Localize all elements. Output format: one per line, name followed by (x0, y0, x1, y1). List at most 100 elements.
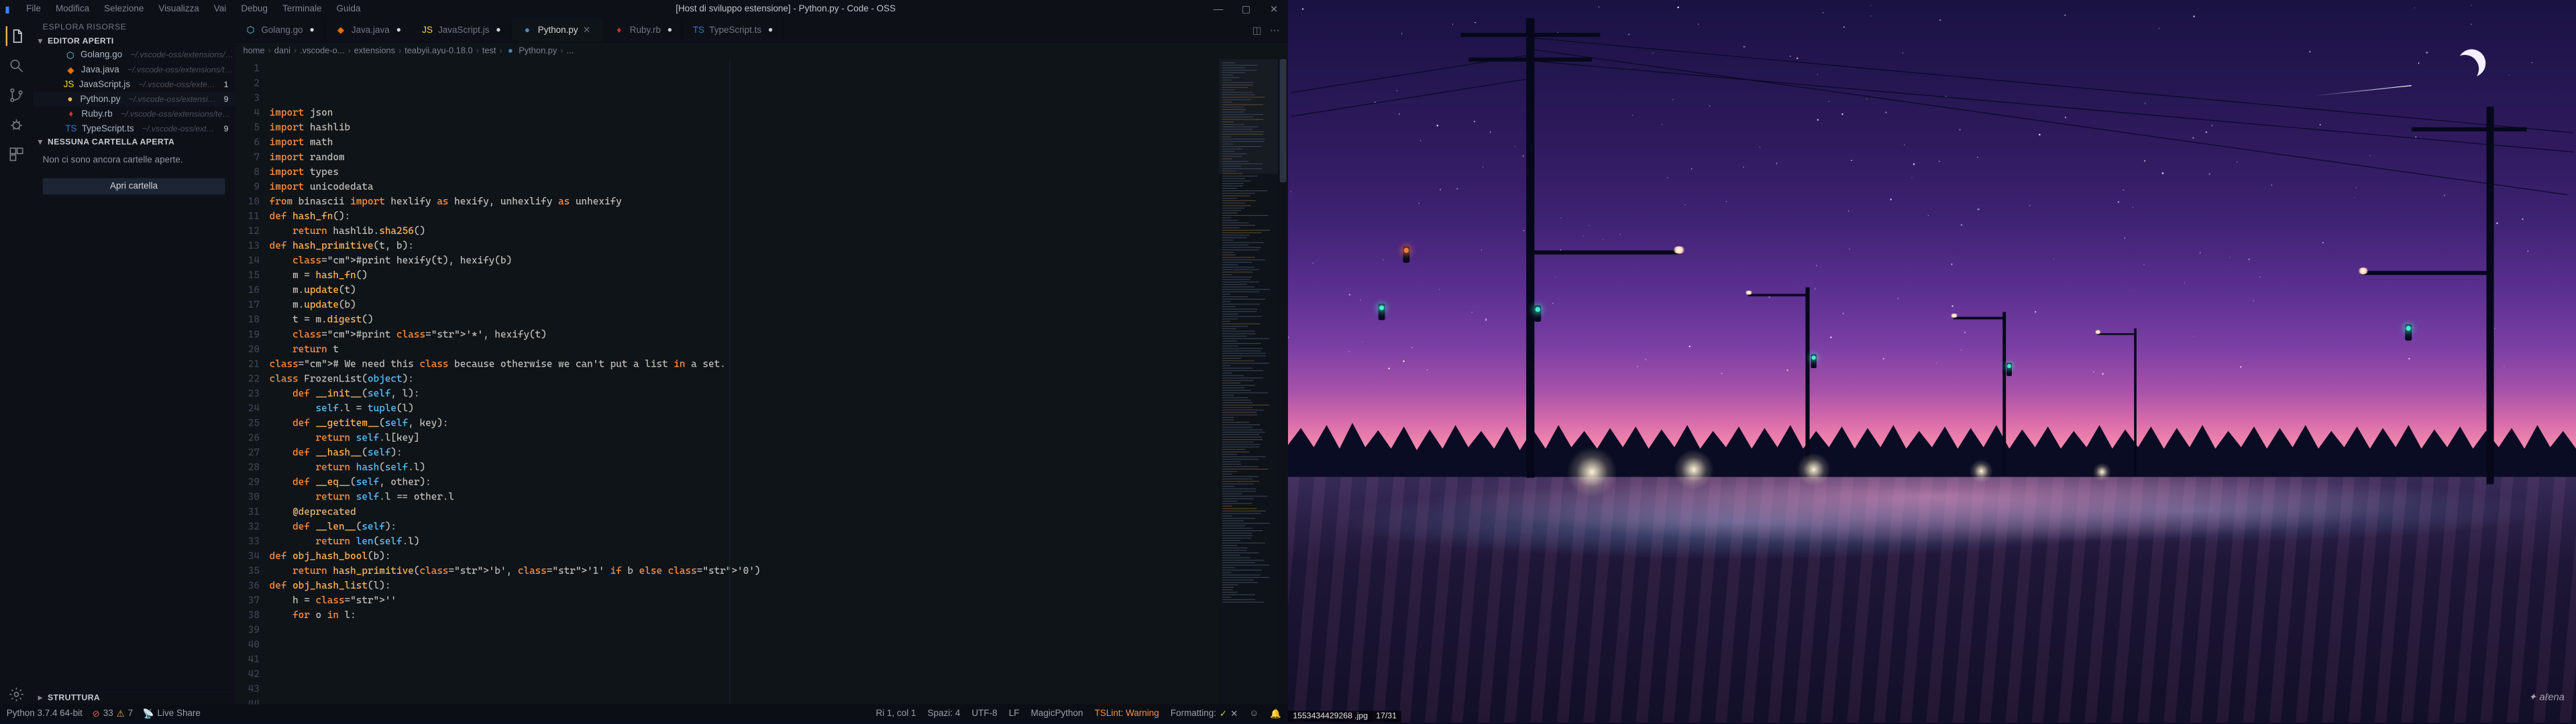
close-button[interactable]: ✕ (1260, 3, 1288, 15)
breadcrumb-segment[interactable]: test (482, 46, 496, 56)
bug-icon (8, 117, 24, 133)
activity-settings[interactable] (7, 684, 26, 704)
extensions-icon (8, 146, 24, 162)
no-folder-message: Non ci sono ancora cartelle aperte. (33, 149, 235, 174)
tab-typescript-ts[interactable]: TSTypeScript.ts● (683, 18, 784, 42)
minimap[interactable] (1219, 59, 1278, 704)
modified-dot-icon: ● (766, 25, 773, 34)
split-editor-icon[interactable]: ◫ (1252, 24, 1262, 36)
branch-icon (8, 87, 24, 103)
titlebar: ▮ FileModificaSelezioneVisualizzaVaiDebu… (0, 0, 1288, 18)
menu-modifica[interactable]: Modifica (49, 3, 96, 16)
activity-scm[interactable] (7, 85, 26, 105)
problems-badge: 1 (224, 80, 229, 88)
breadcrumb-segment[interactable]: Python.py (519, 46, 557, 56)
line-number-gutter: 1234567891011121314151617181920212223242… (235, 59, 269, 704)
scrollbar-thumb[interactable] (1280, 59, 1287, 182)
tab-java-java[interactable]: ◆Java.java● (325, 18, 412, 42)
file-path: ~/.vscode-oss/extensions/teab... (121, 109, 235, 118)
status-tslint[interactable]: TSLint: Warning (1095, 709, 1159, 719)
status-indent[interactable]: Spazi: 4 (928, 709, 961, 719)
activity-explorer[interactable] (6, 26, 25, 46)
tab-javascript-js[interactable]: JSJavaScript.js● (412, 18, 512, 42)
menu-debug[interactable]: Debug (235, 3, 274, 16)
open-editor-row[interactable]: ✕●Python.py~/.vscode-oss/extensions...9 (33, 92, 235, 107)
app-icon: ▮ (0, 4, 15, 15)
status-encoding[interactable]: UTF-8 (971, 709, 997, 719)
menu-vai[interactable]: Vai (207, 3, 233, 16)
tab-label: Python.py (538, 25, 578, 35)
status-python[interactable]: Python 3.7.4 64-bit (7, 709, 83, 719)
file-icon: ● (65, 95, 76, 105)
activity-search[interactable] (7, 56, 26, 75)
error-icon: ⊘ (93, 708, 100, 719)
tab-golang-go[interactable]: ⬡Golang.go● (235, 18, 325, 42)
gear-icon (8, 686, 24, 703)
chevron-down-icon: ▾ (36, 138, 44, 147)
maximize-button[interactable]: ▢ (1232, 3, 1260, 15)
breadcrumb-segment[interactable]: dani (274, 46, 290, 56)
breadcrumb-segment[interactable]: teabyii.ayu-0.18.0 (405, 46, 472, 56)
file-icon: ● (506, 46, 516, 56)
open-folder-button[interactable]: Apri cartella (43, 178, 225, 194)
modified-dot-icon: ● (494, 25, 501, 34)
wallpaper-caption-bar: 1553434429268 .jpg 17/31 (1288, 711, 1401, 722)
menu-file[interactable]: File (19, 3, 47, 16)
modified-dot-icon: ● (394, 25, 401, 34)
open-editors-header[interactable]: ▾ EDITOR APERTI (33, 36, 235, 48)
breadcrumb-segment[interactable]: extensions (354, 46, 395, 56)
tab-label: Golang.go (261, 25, 303, 35)
file-icon: ⬡ (65, 50, 76, 60)
status-liveshare[interactable]: 📡Live Share (143, 708, 201, 719)
status-cursor[interactable]: Ri 1, col 1 (876, 709, 916, 719)
menu-terminale[interactable]: Terminale (276, 3, 328, 16)
menu-selezione[interactable]: Selezione (97, 3, 150, 16)
open-editor-row[interactable]: ✕TSTypeScript.ts~/.vscode-oss/exten...9 (33, 121, 235, 136)
tab-ruby-rb[interactable]: ♦Ruby.rb● (604, 18, 683, 42)
outline-header[interactable]: ▸ STRUTTURA (33, 691, 235, 705)
breadcrumb-segment[interactable]: home (243, 46, 264, 56)
window-controls: — ▢ ✕ (1204, 3, 1288, 15)
activity-debug[interactable] (7, 115, 26, 134)
vscode-window: ▮ FileModificaSelezioneVisualizzaVaiDebu… (0, 0, 1288, 723)
minimize-button[interactable]: — (1204, 3, 1232, 15)
editor-ruler (729, 59, 730, 704)
more-actions-icon[interactable]: ⋯ (1270, 24, 1280, 36)
file-icon: JS (422, 25, 433, 35)
file-path: ~/.vscode-oss/extensions/tea... (127, 65, 235, 74)
menu-guida[interactable]: Guida (330, 3, 368, 16)
open-editor-row[interactable]: ✕JSJavaScript.js~/.vscode-oss/extensions… (33, 77, 235, 92)
desktop-wallpaper: ✦ aℓena 1553434429268 .jpg 17/31 (1288, 0, 2576, 723)
menu-bar: FileModificaSelezioneVisualizzaVaiDebugT… (15, 3, 367, 16)
activity-extensions[interactable] (7, 145, 26, 164)
chevron-down-icon: ▾ (36, 37, 44, 46)
problems-badge: 9 (224, 95, 229, 103)
status-bell[interactable]: 🔔 (1270, 708, 1281, 719)
code-content[interactable]: import jsonimport hashlibimport mathimpo… (270, 59, 1220, 704)
close-icon[interactable]: ✕ (583, 25, 593, 36)
tab-label: Ruby.rb (630, 25, 661, 35)
status-formatting[interactable]: Formatting: ✓ ✕ (1171, 708, 1238, 719)
outline-label: STRUTTURA (48, 694, 100, 703)
status-problems[interactable]: ⊘33 ⚠7 (93, 708, 133, 719)
status-feedback[interactable]: ☺ (1250, 709, 1259, 719)
open-editor-row[interactable]: ✕♦Ruby.rb~/.vscode-oss/extensions/teab..… (33, 107, 235, 121)
wallpaper-index: 17/31 (1376, 711, 1397, 722)
breadcrumb-segment[interactable]: .vscode-o... (300, 46, 344, 56)
vertical-scrollbar[interactable] (1278, 59, 1288, 704)
status-eol[interactable]: LF (1009, 709, 1020, 719)
breadcrumb-segment[interactable]: ... (566, 46, 574, 56)
tab-python-py[interactable]: ●Python.py✕ (512, 18, 604, 42)
open-editor-row[interactable]: ✕⬡Golang.go~/.vscode-oss/extensions/tea.… (33, 48, 235, 62)
file-name: JavaScript.js (79, 80, 130, 90)
breadcrumbs[interactable]: home›dani›.vscode-o...›extensions›teabyi… (235, 43, 1288, 59)
warning-icon: ⚠ (117, 708, 125, 719)
status-language[interactable]: MagicPython (1031, 709, 1083, 719)
utility-pole (2487, 107, 2494, 484)
code-editor[interactable]: 1234567891011121314151617181920212223242… (235, 59, 1219, 704)
no-folder-header[interactable]: ▾ NESSUNA CARTELLA APERTA (33, 136, 235, 148)
menu-visualizza[interactable]: Visualizza (152, 3, 206, 16)
open-editor-row[interactable]: ✕◆Java.java~/.vscode-oss/extensions/tea.… (33, 62, 235, 77)
file-name: Python.py (80, 95, 121, 105)
file-name: TypeScript.ts (82, 124, 134, 134)
